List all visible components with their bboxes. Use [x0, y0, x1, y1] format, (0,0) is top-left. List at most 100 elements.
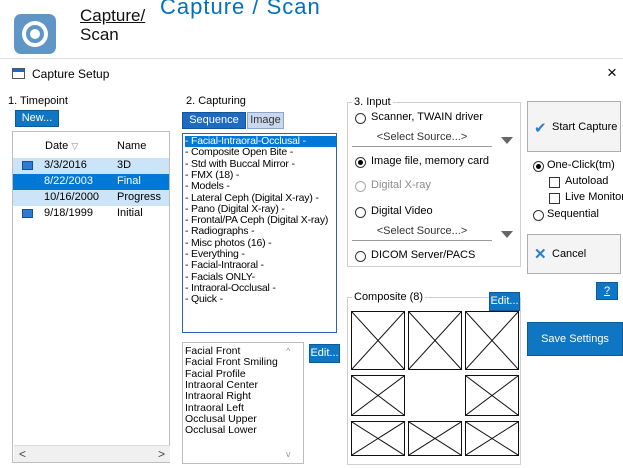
composite-placeholder[interactable] [465, 375, 519, 416]
sort-icon: ▽ [71, 141, 79, 151]
window-icon [12, 68, 25, 79]
empty-image-icon [352, 376, 404, 415]
empty-image-icon [352, 422, 404, 455]
chevron-down-icon[interactable] [501, 137, 513, 144]
image-list[interactable]: ^ v Facial Front Facial Front Smiling Faci… [182, 342, 304, 464]
composite-placeholder[interactable] [408, 421, 462, 456]
composite-group-label: Composite (8) [352, 291, 426, 303]
column-header-name[interactable]: Name [117, 140, 146, 152]
composite-placeholder[interactable] [408, 311, 462, 370]
empty-image-icon [409, 422, 461, 455]
scroll-up-icon[interactable]: ^ [286, 346, 290, 356]
radio-one-click[interactable] [533, 161, 544, 172]
column-header-date[interactable]: Date ▽ [45, 140, 78, 152]
timepoint-date: 8/22/2003 [44, 175, 93, 187]
empty-image-icon [466, 376, 518, 415]
empty-image-icon [466, 312, 518, 369]
start-capture-button[interactable]: ✔ Start Capture [527, 101, 621, 152]
new-timepoint-button[interactable]: New... [15, 110, 59, 127]
app-title-line1: Capture/ [80, 6, 146, 25]
start-capture-label: Start Capture [552, 121, 618, 133]
radio-digital-xray-label: Digital X-ray [371, 179, 431, 191]
timepoint-name: Initial [117, 207, 143, 219]
capturing-group-label: 2. Capturing [186, 95, 246, 107]
radio-digital-video[interactable] [355, 207, 366, 218]
chevron-down-icon[interactable] [501, 231, 513, 238]
checkbox-autoload-label: Autoload [565, 175, 609, 187]
radio-dicom-label: DICOM Server/PACS [371, 249, 476, 261]
checkbox-live-monitor-label: Live Monitor [565, 191, 623, 203]
composite-placeholder[interactable] [351, 311, 405, 370]
timepoint-date: 9/18/1999 [44, 207, 93, 219]
sequence-item[interactable]: - Radiographs - [185, 226, 336, 237]
timepoint-name: Final [117, 175, 141, 187]
dialog-title: Capture Setup [32, 67, 110, 81]
camera-icon [14, 14, 56, 54]
sequence-item[interactable]: - Lateral Ceph (Digital X-ray) - [185, 192, 336, 204]
scanner-source-select[interactable]: <Select Source...> [352, 131, 492, 147]
check-icon: ✔ [534, 120, 547, 137]
capturing-tabs: Sequence Image [182, 112, 292, 130]
image-item[interactable]: Intraoral Right [185, 391, 251, 402]
image-item[interactable]: Intraoral Left [185, 402, 244, 414]
app-title: Capture/ Scan [80, 6, 145, 44]
help-button[interactable]: ? [596, 282, 618, 300]
empty-image-icon [352, 312, 404, 369]
save-settings-button[interactable]: Save Settings [527, 322, 623, 356]
horizontal-scrollbar[interactable]: < > [14, 445, 170, 462]
sequence-item[interactable]: - Models - [185, 181, 336, 192]
image-item[interactable]: Facial Profile [185, 368, 246, 380]
photo-icon [22, 161, 33, 170]
radio-image-file-label: Image file, memory card [371, 155, 489, 167]
app-banner: Capture / Scan Capture/ Scan [0, 0, 623, 58]
tab-sequence[interactable]: Sequence [182, 112, 246, 129]
checkbox-live-monitor[interactable] [549, 193, 560, 204]
monitor-icon [22, 209, 33, 218]
table-row[interactable]: 9/18/1999 Initial [13, 206, 169, 222]
empty-image-icon [409, 312, 461, 369]
composite-placeholder[interactable] [351, 421, 405, 456]
sequence-item[interactable]: - Composite Open Bite - [185, 147, 336, 158]
image-item[interactable]: Occlusal Lower [185, 425, 257, 436]
timepoint-name: 3D [117, 159, 132, 171]
radio-scanner-label: Scanner, TWAIN driver [371, 111, 483, 123]
app-title-line2: Scan [80, 25, 119, 44]
cancel-button[interactable]: ✕ Cancel [527, 234, 621, 274]
scroll-right-icon[interactable]: > [158, 447, 165, 461]
composite-placeholder[interactable] [465, 421, 519, 456]
sequence-item[interactable]: - Std with Buccal Mirror - [185, 158, 336, 170]
sequence-item[interactable]: - Quick - [185, 294, 336, 305]
radio-digital-xray[interactable] [355, 181, 366, 192]
timepoint-list[interactable]: Date ▽ Name 3/3/2016 3D 8/22/2003 Final 10/1… [12, 131, 170, 463]
edit-images-button[interactable]: Edit... [309, 344, 340, 363]
radio-sequential[interactable] [533, 210, 544, 221]
table-row[interactable]: 10/16/2000 Progress [13, 190, 169, 206]
table-row[interactable]: 8/22/2003 Final [13, 174, 169, 190]
cancel-label: Cancel [552, 248, 587, 260]
radio-dicom[interactable] [355, 251, 366, 262]
radio-sequential-label: Sequential [547, 208, 599, 220]
sequence-list[interactable]: - Facial-Intraoral-Occlusal -- Composite… [182, 133, 337, 333]
sequence-item[interactable]: - Facials ONLY- [185, 271, 336, 283]
input-group-label: 3. Input [352, 96, 393, 108]
image-item[interactable]: Facial Front Smiling [185, 357, 278, 368]
tab-image[interactable]: Image [247, 112, 284, 129]
radio-image-file[interactable] [355, 157, 366, 168]
scroll-down-icon[interactable]: v [286, 449, 291, 459]
ghost-title: Capture / Scan [160, 0, 321, 19]
timepoint-date: 10/16/2000 [44, 191, 100, 203]
composite-placeholder[interactable] [351, 375, 405, 416]
radio-one-click-label: One-Click(tm) [547, 159, 615, 171]
sequence-item[interactable]: - Facial-Intraoral - [185, 260, 336, 271]
timepoint-group-label: 1. Timepoint [8, 95, 68, 107]
scroll-left-icon[interactable]: < [19, 447, 26, 461]
timepoint-name: Progress [117, 191, 162, 203]
table-row[interactable]: 3/3/2016 3D [13, 158, 169, 174]
x-icon: ✕ [534, 246, 547, 263]
edit-composite-button[interactable]: Edit... [489, 292, 520, 311]
close-button[interactable]: × [603, 63, 621, 83]
composite-placeholder[interactable] [465, 311, 519, 370]
video-source-select[interactable]: <Select Source...> [352, 225, 492, 241]
checkbox-autoload[interactable] [549, 177, 560, 188]
radio-scanner[interactable] [355, 113, 366, 124]
